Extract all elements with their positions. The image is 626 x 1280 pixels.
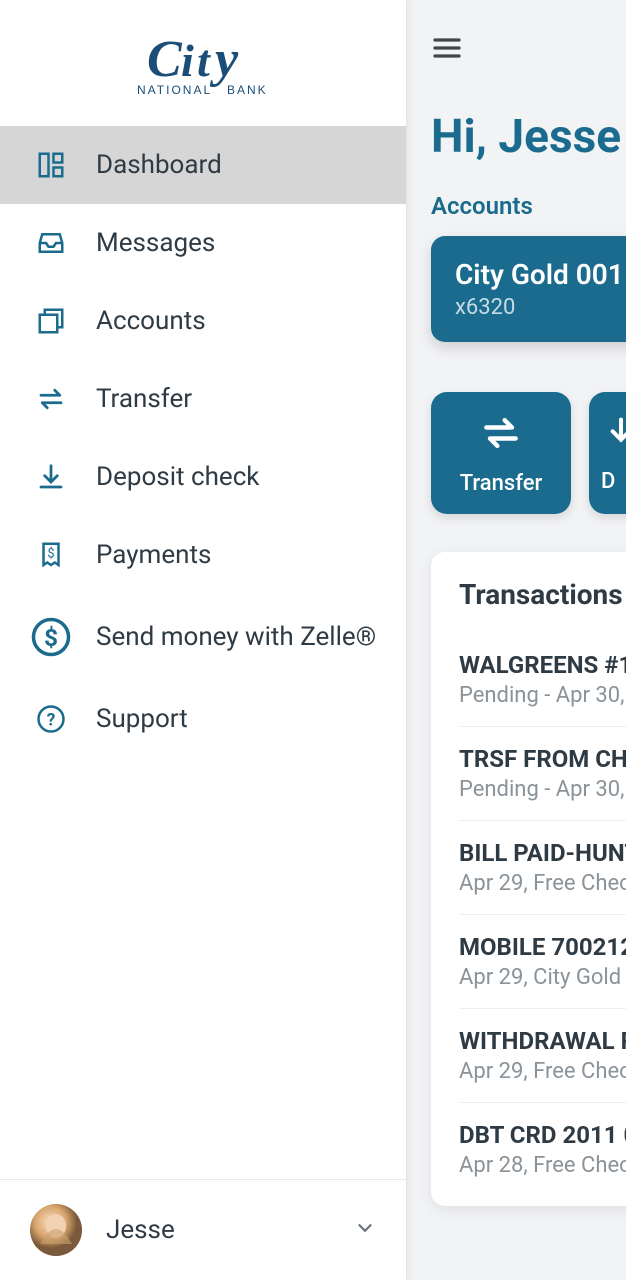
- tx-meta: Pending - Apr 30, F: [459, 683, 626, 708]
- dollar-circle-icon: $: [30, 616, 72, 658]
- help-icon: ?: [34, 702, 68, 736]
- nav-label: Accounts: [96, 306, 206, 336]
- tile-label: Transfer: [460, 471, 543, 496]
- nav-label: Dashboard: [96, 150, 222, 180]
- svg-text:C: C: [147, 31, 183, 88]
- tx-meta: Apr 29, City Gold 0: [459, 965, 626, 990]
- download-icon: [34, 460, 68, 494]
- svg-text:y: y: [209, 31, 239, 88]
- tx-name: TRSF FROM CHE: [459, 745, 626, 773]
- avatar: [30, 1204, 82, 1256]
- svg-text:BANK: BANK: [227, 83, 268, 97]
- greeting: Hi, Jesse: [431, 110, 626, 164]
- user-menu[interactable]: Jesse: [0, 1179, 406, 1280]
- sidebar-item-payments[interactable]: $ Payments: [0, 516, 406, 594]
- nav-label: Send money with Zelle®: [96, 622, 376, 652]
- nav-label: Payments: [96, 540, 211, 570]
- svg-text:t: t: [197, 35, 211, 86]
- action-icon: [601, 413, 626, 457]
- transfer-icon: [479, 411, 523, 459]
- user-name: Jesse: [106, 1215, 330, 1245]
- tx-name: BILL PAID-HUNT: [459, 839, 626, 867]
- nav: Dashboard Messages Accounts: [0, 114, 406, 1179]
- sidebar-item-transfer[interactable]: Transfer: [0, 360, 406, 438]
- tx-name: WITHDRAWAL P: [459, 1027, 626, 1055]
- transaction-row[interactable]: DBT CRD 2011 0 Apr 28, Free Check: [459, 1103, 626, 1196]
- transaction-row[interactable]: WALGREENS #11 Pending - Apr 30, F: [459, 633, 626, 727]
- account-number: x6320: [455, 295, 626, 320]
- inbox-icon: [34, 226, 68, 260]
- sidebar-item-zelle[interactable]: $ Send money with Zelle®: [0, 594, 406, 680]
- brand-logo: C i t y NATIONAL BANK: [0, 0, 406, 114]
- transactions-card: Transactions WALGREENS #11 Pending - Apr…: [431, 552, 626, 1206]
- tx-meta: Apr 29, Free Check: [459, 871, 626, 896]
- sidebar: C i t y NATIONAL BANK Dashboard: [0, 0, 407, 1280]
- sidebar-item-dashboard[interactable]: Dashboard: [0, 126, 406, 204]
- sidebar-item-support[interactable]: ? Support: [0, 680, 406, 758]
- action-secondary[interactable]: D: [589, 392, 626, 514]
- sidebar-item-messages[interactable]: Messages: [0, 204, 406, 282]
- sidebar-item-deposit-check[interactable]: Deposit check: [0, 438, 406, 516]
- tx-meta: Pending - Apr 30, F: [459, 777, 626, 802]
- svg-text:i: i: [181, 35, 194, 86]
- svg-text:$: $: [47, 547, 54, 562]
- account-name: City Gold 001: [455, 258, 626, 291]
- receipt-icon: $: [34, 538, 68, 572]
- nav-label: Support: [96, 704, 188, 734]
- svg-text:$: $: [44, 623, 58, 652]
- transaction-row[interactable]: WITHDRAWAL P Apr 29, Free Check: [459, 1009, 626, 1103]
- transactions-heading: Transactions: [459, 578, 626, 611]
- quick-actions: Transfer D: [431, 392, 626, 514]
- accounts-icon: [34, 304, 68, 338]
- tx-name: DBT CRD 2011 0: [459, 1121, 626, 1149]
- svg-text:?: ?: [47, 710, 56, 730]
- main-content: Hi, Jesse Accounts City Gold 001 x6320 T…: [407, 0, 626, 1280]
- accounts-heading: Accounts: [431, 192, 626, 220]
- nav-label: Transfer: [96, 384, 192, 414]
- transaction-row[interactable]: BILL PAID-HUNT Apr 29, Free Check: [459, 821, 626, 915]
- transaction-row[interactable]: TRSF FROM CHE Pending - Apr 30, F: [459, 727, 626, 821]
- tx-meta: Apr 28, Free Check: [459, 1153, 626, 1178]
- menu-button[interactable]: [431, 32, 626, 68]
- nav-label: Deposit check: [96, 462, 259, 492]
- account-card[interactable]: City Gold 001 x6320: [431, 236, 626, 342]
- tx-name: WALGREENS #11: [459, 651, 626, 679]
- transaction-row[interactable]: MOBILE 700212 Apr 29, City Gold 0: [459, 915, 626, 1009]
- chevron-down-icon: [354, 1217, 376, 1243]
- dashboard-icon: [34, 148, 68, 182]
- tx-meta: Apr 29, Free Check: [459, 1059, 626, 1084]
- tx-name: MOBILE 700212: [459, 933, 626, 961]
- transfer-icon: [34, 382, 68, 416]
- action-transfer[interactable]: Transfer: [431, 392, 571, 514]
- sidebar-item-accounts[interactable]: Accounts: [0, 282, 406, 360]
- brand-subline: NATIONAL: [137, 83, 212, 97]
- nav-label: Messages: [96, 228, 215, 258]
- tile-label: D: [601, 469, 625, 494]
